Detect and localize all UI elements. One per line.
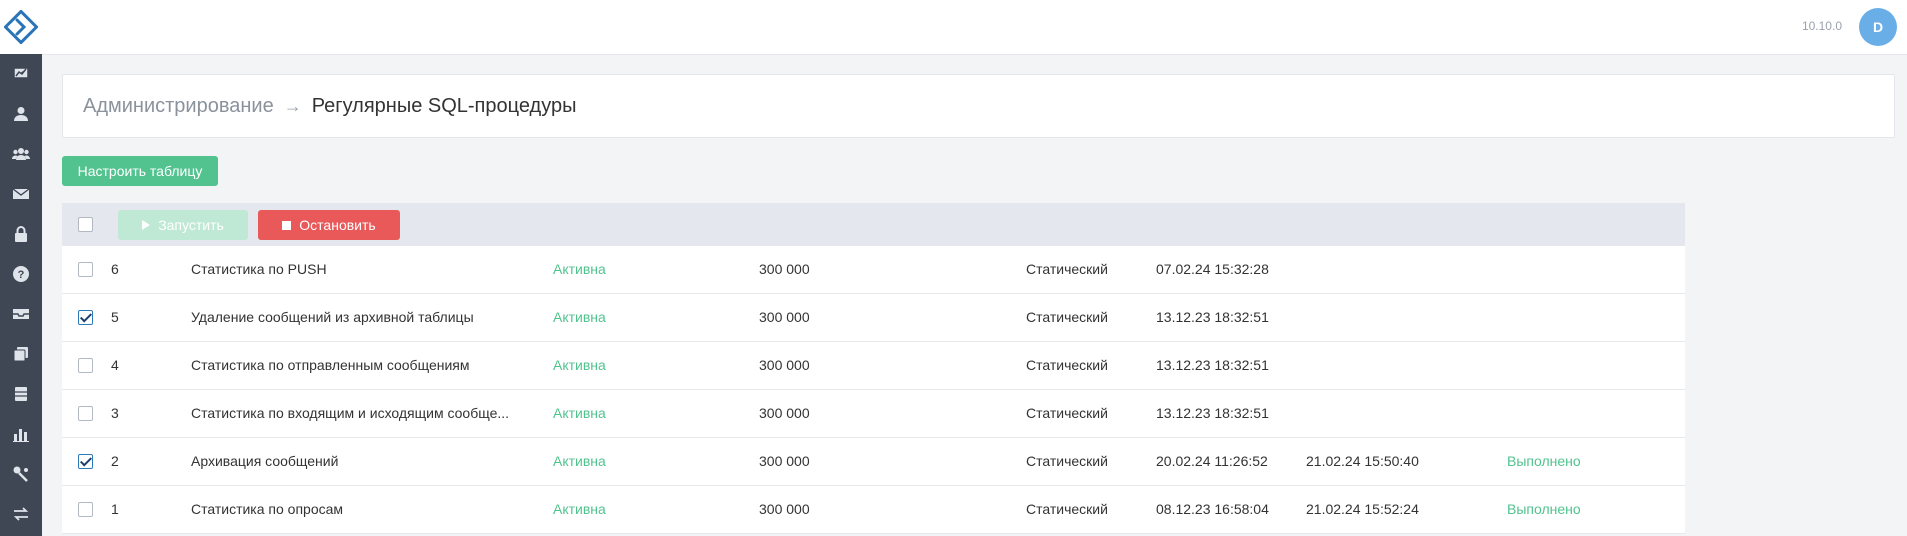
top-bar: 10.10.0 D	[42, 0, 1907, 55]
cell-name: Архивация сообщений	[191, 453, 339, 469]
cell-status: Активна	[553, 405, 606, 421]
stop-button-label: Остановить	[299, 217, 376, 233]
cell-last-run: 08.12.23 16:58:04	[1156, 501, 1269, 517]
sidebar: ?	[0, 0, 42, 536]
cell-id: 5	[111, 309, 119, 325]
logo[interactable]	[0, 0, 42, 54]
cell-interval: 300 000	[759, 261, 810, 277]
layers-icon[interactable]	[0, 334, 42, 374]
row-checkbox[interactable]	[78, 358, 93, 373]
select-all-checkbox[interactable]	[78, 217, 93, 232]
avatar[interactable]: D	[1859, 8, 1897, 46]
cell-name: Статистика по отправленным сообщениям	[191, 357, 470, 373]
cell-next-run: 21.02.24 15:50:40	[1306, 453, 1419, 469]
cell-interval: 300 000	[759, 501, 810, 517]
mail-icon[interactable]	[0, 174, 42, 214]
stop-icon	[282, 220, 292, 230]
cell-type: Статический	[1026, 501, 1108, 517]
cell-result: Выполнено	[1507, 453, 1581, 469]
row-checkbox[interactable]	[78, 262, 93, 277]
transfer-icon[interactable]	[0, 494, 42, 534]
cell-last-run: 20.02.24 11:26:52	[1156, 453, 1268, 469]
cell-id: 4	[111, 357, 119, 373]
table-row[interactable]: 6 Статистика по PUSH Активна 300 000 Ста…	[62, 246, 1685, 294]
cell-last-run: 13.12.23 18:32:51	[1156, 309, 1269, 325]
cell-result: Выполнено	[1507, 501, 1581, 517]
run-button[interactable]: Запустить	[118, 210, 248, 240]
play-icon	[142, 220, 151, 230]
table-row[interactable]: 2 Архивация сообщений Активна 300 000 Ст…	[62, 438, 1685, 486]
cell-id: 1	[111, 501, 119, 517]
cell-status: Активна	[553, 309, 606, 325]
table-row[interactable]: 3 Статистика по входящим и исходящим соо…	[62, 390, 1685, 438]
cell-name: Удаление сообщений из архивной таблицы	[191, 309, 474, 325]
procedures-table: Запустить Остановить 6 Статистика по PUS…	[62, 203, 1685, 534]
cell-status: Активна	[553, 261, 606, 277]
configure-table-button[interactable]: Настроить таблицу	[62, 156, 218, 186]
user-icon[interactable]	[0, 94, 42, 134]
svg-text:?: ?	[18, 269, 25, 281]
cell-id: 2	[111, 453, 119, 469]
stop-button[interactable]: Остановить	[258, 210, 400, 240]
dashboard-icon[interactable]	[0, 54, 42, 94]
arrow-right-icon: →	[283, 95, 302, 116]
row-checkbox[interactable]	[78, 502, 93, 517]
cell-interval: 300 000	[759, 309, 810, 325]
cell-id: 3	[111, 405, 119, 421]
app-version: 10.10.0	[1801, 19, 1842, 33]
cell-type: Статический	[1026, 309, 1108, 325]
cell-name: Статистика по входящим и исходящим сообщ…	[191, 405, 510, 421]
lock-icon[interactable]	[0, 214, 42, 254]
cell-last-run: 13.12.23 18:32:51	[1156, 357, 1269, 373]
cell-status: Активна	[553, 357, 606, 373]
cell-last-run: 07.02.24 15:32:28	[1156, 261, 1269, 277]
cell-interval: 300 000	[759, 357, 810, 373]
table-row[interactable]: 1 Статистика по опросам Активна 300 000 …	[62, 486, 1685, 534]
cell-interval: 300 000	[759, 453, 810, 469]
cell-type: Статический	[1026, 261, 1108, 277]
page-title: Регулярные SQL-процедуры	[311, 94, 577, 117]
cell-next-run: 21.02.24 15:52:24	[1306, 501, 1419, 517]
run-button-label: Запустить	[158, 217, 224, 233]
help-icon[interactable]: ?	[0, 254, 42, 294]
database-icon[interactable]	[0, 374, 42, 414]
cell-status: Активна	[553, 453, 606, 469]
cell-status: Активна	[553, 501, 606, 517]
table-row[interactable]: 4 Статистика по отправленным сообщениям …	[62, 342, 1685, 390]
table-row[interactable]: 5 Удаление сообщений из архивной таблицы…	[62, 294, 1685, 342]
cell-last-run: 13.12.23 18:32:51	[1156, 405, 1269, 421]
bar-chart-icon[interactable]	[0, 414, 42, 454]
cell-id: 6	[111, 261, 119, 277]
cell-type: Статический	[1026, 453, 1108, 469]
row-checkbox[interactable]	[78, 406, 93, 421]
tools-icon[interactable]	[0, 454, 42, 494]
row-checkbox[interactable]	[78, 454, 93, 469]
cell-interval: 300 000	[759, 405, 810, 421]
cell-type: Статический	[1026, 405, 1108, 421]
table-toolbar: Запустить Остановить	[62, 203, 1685, 246]
breadcrumb: Администрирование → Регулярные SQL-проце…	[62, 74, 1895, 138]
row-checkbox[interactable]	[78, 310, 93, 325]
cell-name: Статистика по PUSH	[191, 261, 327, 277]
cell-name: Статистика по опросам	[191, 501, 344, 517]
cell-type: Статический	[1026, 357, 1108, 373]
breadcrumb-parent-link[interactable]: Администрирование	[83, 95, 274, 118]
inbox-icon[interactable]	[0, 294, 42, 334]
logo-icon	[4, 10, 38, 44]
group-icon[interactable]	[0, 134, 42, 174]
